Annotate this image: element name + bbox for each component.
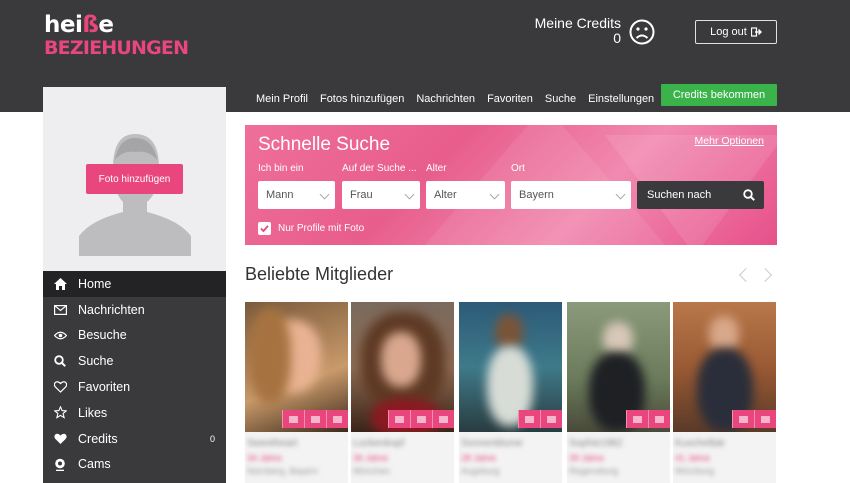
credits-display: Meine Credits 0: [535, 16, 621, 46]
message-icon[interactable]: [388, 410, 410, 428]
star-icon: [53, 406, 67, 420]
member-location: München: [353, 466, 391, 476]
member-age: 36 Jahre: [353, 453, 389, 463]
credits-badge: 0: [209, 433, 215, 444]
carousel-prev-icon[interactable]: [738, 267, 754, 283]
quick-search-panel: Schnelle Suche Mehr Optionen Ich bin ein…: [245, 125, 777, 245]
member-name: Sonnenblume: [461, 438, 523, 449]
sidebar-item-messages[interactable]: Nachrichten: [43, 297, 226, 323]
logout-button[interactable]: Log out: [695, 20, 777, 44]
member-actions: [626, 410, 670, 428]
sidebar-item-home[interactable]: Home: [43, 271, 226, 297]
popular-members-title: Beliebte Mitglieder: [245, 264, 394, 284]
member-card[interactable]: Kuschelbär 41 Jahre Würzburg: [673, 302, 776, 483]
add-photo-button[interactable]: Foto hinzufügen: [86, 164, 183, 194]
member-name: Sweetheart: [247, 438, 298, 449]
member-age: 39 Jahre: [569, 453, 605, 463]
heart-outline-icon: [53, 380, 67, 394]
chevron-down-icon: [489, 189, 500, 200]
gift-icon[interactable]: [648, 410, 670, 428]
logout-icon: [750, 27, 762, 37]
sidebar-item-search[interactable]: Suche: [43, 348, 226, 374]
eye-icon: [53, 328, 67, 342]
site-logo[interactable]: heiße BEZIEHUNGEN: [44, 10, 194, 62]
member-actions: [732, 410, 776, 428]
message-icon[interactable]: [732, 410, 754, 428]
member-age: 41 Jahre: [675, 453, 711, 463]
gift-icon[interactable]: [304, 410, 326, 428]
message-icon[interactable]: [282, 410, 304, 428]
search-icon: [743, 189, 755, 201]
member-actions: [388, 410, 454, 428]
member-location: Augsburg: [461, 466, 500, 476]
gift-icon[interactable]: [754, 410, 776, 428]
sidebar-menu: Home Nachrichten Besuche Suche Favoriten…: [43, 271, 226, 483]
credits-value: 0: [613, 30, 621, 46]
quick-search-title: Schnelle Suche: [258, 134, 391, 155]
nav-settings[interactable]: Einstellungen: [588, 93, 654, 105]
nav-messages[interactable]: Nachrichten: [416, 93, 475, 105]
member-location: Würzburg: [675, 466, 715, 476]
nav-add-photos[interactable]: Fotos hinzufügen: [320, 93, 404, 105]
member-name: Lockenkopf: [353, 438, 405, 449]
more-options-link[interactable]: Mehr Optionen: [695, 135, 764, 147]
member-location: Regensburg: [569, 466, 619, 476]
chevron-down-icon: [319, 189, 330, 200]
message-icon[interactable]: [626, 410, 648, 428]
chevron-down-icon: [404, 189, 415, 200]
envelope-icon: [53, 303, 67, 317]
label-age: Alter: [426, 163, 447, 174]
camera-icon[interactable]: [432, 410, 454, 428]
sidebar-item-favorites[interactable]: Favoriten: [43, 374, 226, 400]
location-select[interactable]: Bayern: [511, 181, 631, 209]
nav-favorites[interactable]: Favoriten: [487, 93, 533, 105]
checkmark-icon: [260, 225, 269, 233]
home-icon: [53, 277, 67, 291]
carousel-next-icon[interactable]: [757, 267, 773, 283]
webcam-icon: [53, 457, 67, 471]
member-age: 34 Jahre: [247, 453, 283, 463]
member-age: 28 Jahre: [461, 453, 497, 463]
camera-icon[interactable]: [326, 410, 348, 428]
message-icon[interactable]: [518, 410, 540, 428]
credits-label: Meine Credits: [534, 15, 621, 31]
search-icon: [53, 354, 67, 368]
age-select[interactable]: Alter: [426, 181, 505, 209]
member-card[interactable]: Sophie1982 39 Jahre Regensburg: [567, 302, 670, 483]
member-card[interactable]: Sweetheart 34 Jahre Nürnberg, Bayern: [245, 302, 348, 483]
sidebar-item-credits[interactable]: Credits 0: [43, 426, 226, 452]
looking-for-select[interactable]: Frau: [342, 181, 420, 209]
gift-icon[interactable]: [540, 410, 562, 428]
member-name: Sophie1982: [569, 438, 623, 449]
member-card[interactable]: Lockenkopf 36 Jahre München: [351, 302, 454, 483]
heart-icon: [53, 432, 67, 446]
label-looking-for: Auf der Suche ...: [342, 163, 417, 174]
sad-face-icon: [629, 19, 655, 45]
top-nav: Mein Profil Fotos hinzufügen Nachrichten…: [256, 93, 666, 105]
sidebar-item-likes[interactable]: Likes: [43, 400, 226, 426]
label-location: Ort: [511, 163, 525, 174]
photo-only-label[interactable]: Nur Profile mit Foto: [278, 223, 364, 234]
sidebar-item-cams[interactable]: Cams: [43, 452, 226, 478]
member-actions: [282, 410, 348, 428]
member-actions: [518, 410, 562, 428]
photo-only-checkbox[interactable]: [258, 222, 271, 235]
nav-search[interactable]: Suche: [545, 93, 576, 105]
member-name: Kuschelbär: [675, 438, 726, 449]
member-location: Nürnberg, Bayern: [247, 466, 319, 476]
get-credits-button[interactable]: Credits bekommen: [661, 84, 777, 106]
member-card[interactable]: Sonnenblume 28 Jahre Augsburg: [459, 302, 562, 483]
sidebar-item-visits[interactable]: Besuche: [43, 323, 226, 349]
gender-select[interactable]: Mann: [258, 181, 335, 209]
label-i-am: Ich bin ein: [258, 163, 304, 174]
chevron-down-icon: [615, 189, 626, 200]
search-submit-button[interactable]: Suchen nach: [637, 181, 764, 209]
gift-icon[interactable]: [410, 410, 432, 428]
nav-my-profile[interactable]: Mein Profil: [256, 93, 308, 105]
